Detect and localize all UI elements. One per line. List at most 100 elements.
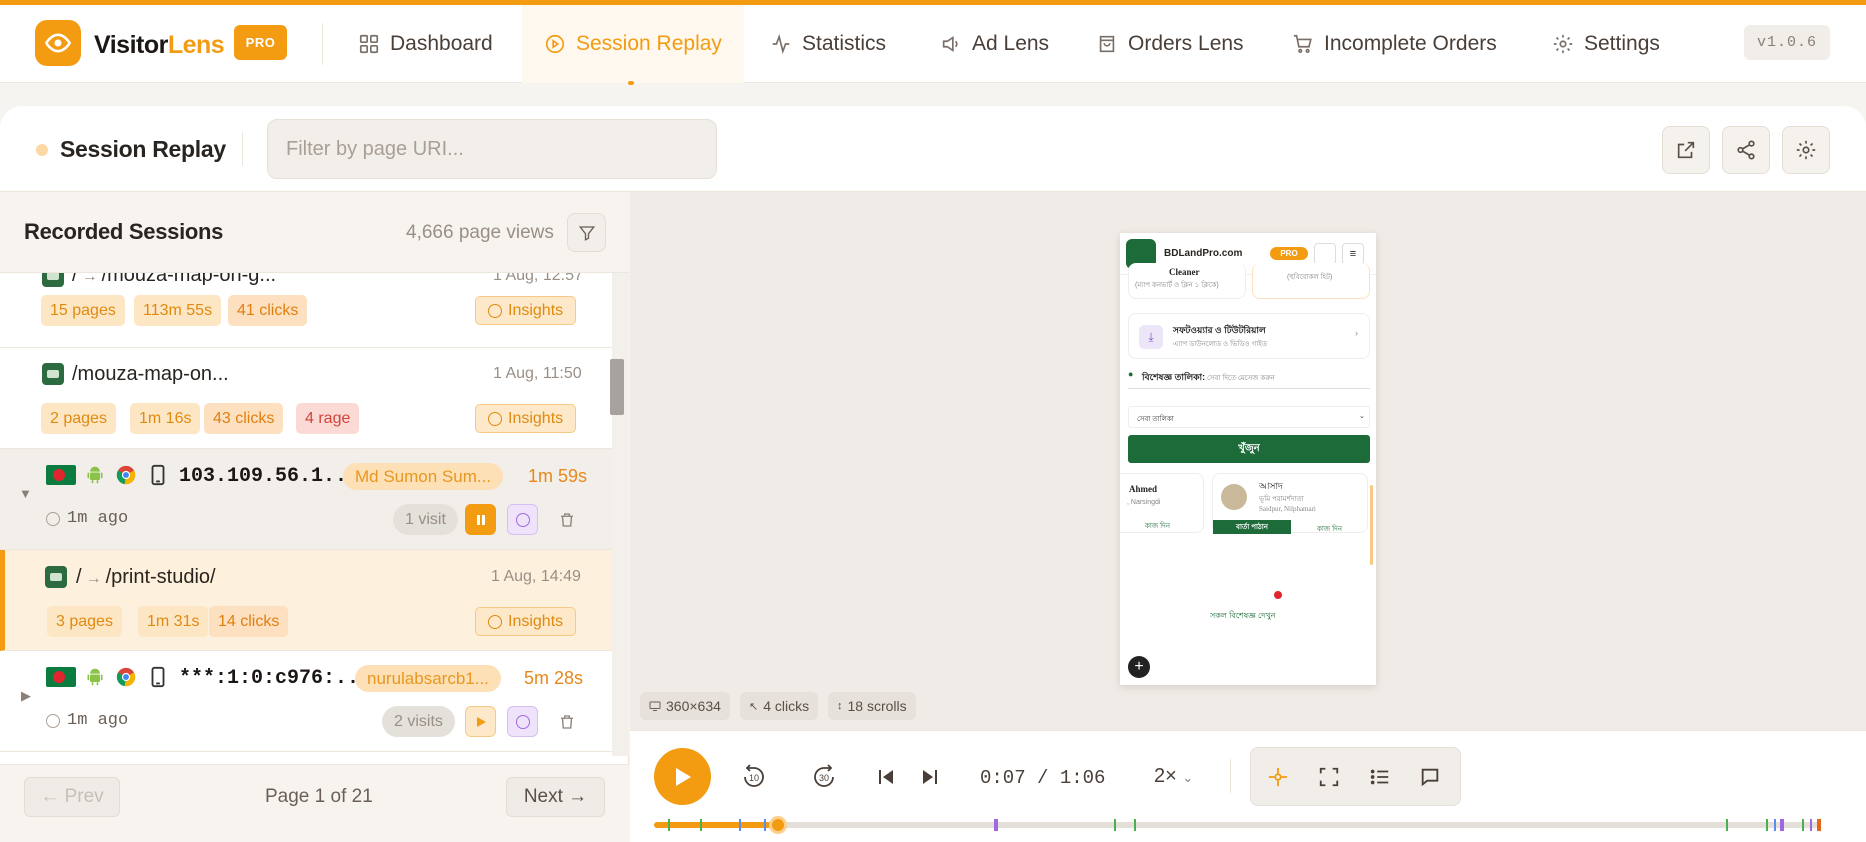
prev-page-button[interactable]: ← Prev [24,777,120,817]
page-path: / →/mouza-map-on-g... [72,273,277,286]
next-page-skip-button[interactable] [914,761,946,793]
pages-chip: 3 pages [47,606,122,637]
playback-speed-select[interactable]: 2× ⌄ [1154,765,1193,788]
share-button[interactable] [1722,126,1770,174]
session-row[interactable]: ▼ 103.109.56.1... Md Sumon Sum... 1m 59s… [0,449,612,550]
play-session-button[interactable] [465,706,496,737]
collapse-toggle-icon[interactable]: ▼ [19,486,32,501]
crosshair-toggle[interactable] [1263,762,1293,792]
timeline-scrubber[interactable] [768,816,787,834]
sessions-panel-header: Recorded Sessions 4,666 page views [0,192,629,273]
play-icon [476,716,486,727]
nav-settings-label: Settings [1584,32,1660,55]
replay-viewport[interactable]: BDLandPro.com PRO ≡ Cleaner (ম্যাপ কনভার… [1120,233,1376,685]
previous-page-button[interactable] [870,761,902,793]
insights-label: Insights [508,301,564,319]
open-external-button[interactable] [1662,126,1710,174]
page-row[interactable]: /mouza-map-on... 1 Aug, 11:50 2 pages 1m… [0,348,612,449]
funnel-icon [578,225,595,241]
next-page-button[interactable]: Next → [506,777,605,817]
preview-service-select: সেবা তালিকা ⌄ [1128,406,1370,428]
clock-icon [46,713,60,728]
event-marker [1817,819,1821,831]
user-name-chip: nurulabsarcb1... [355,665,501,692]
delete-button[interactable] [551,504,582,535]
page-title: Session Replay [60,136,226,162]
scrolls-stat: ↕ 18 scrolls [828,692,916,720]
active-nav-indicator [628,81,634,85]
insights-button[interactable]: Insights [475,296,577,325]
brand-name: VisitorLens [94,31,225,59]
insights-button[interactable]: Insights [475,607,577,636]
page-row-selected[interactable]: / →/print-studio/ 1 Aug, 14:49 3 pages 1m… [0,550,612,651]
version-badge: v1.0.6 [1744,25,1830,60]
session-insights-button[interactable] [507,504,538,535]
event-marker [1802,819,1804,831]
playback-time: 0:07 / 1:06 [980,767,1106,789]
session-row[interactable]: ▶ ***:1:0:c976:... nurulabsarcb1... 5m 2… [0,651,612,752]
nav-dashboard[interactable]: Dashboard [358,5,493,83]
clicks-chip: 41 clicks [228,295,308,326]
insights-label: Insights [508,409,564,427]
preview-add-fab: + [1128,656,1150,678]
session-age: 1m ago [46,711,128,730]
filter-uri-input[interactable] [267,119,717,179]
player-tools-group [1250,747,1461,806]
viewport-size-stat: 360×634 [640,692,730,720]
android-icon [84,666,106,688]
eye-logo-icon[interactable] [35,20,81,66]
page-row[interactable]: / →/mouza-map-on-g... 1 Aug, 12:57 15 pag… [0,273,612,348]
list-scrollbar-track[interactable] [612,273,629,756]
insights-label: Insights [508,612,564,630]
nav-statistics[interactable]: Statistics [770,5,886,83]
play-circle-icon [545,34,565,54]
preview-card-2: (হুবিবোকল হিট) [1252,263,1370,299]
timeline-track[interactable] [654,816,1821,834]
nav-orders-lens[interactable]: Orders Lens [1096,5,1244,83]
session-insights-button[interactable] [507,706,538,737]
mobile-device-icon [147,464,169,486]
session-filter-button[interactable] [567,213,606,252]
pro-badge: PRO [234,25,287,60]
rewind-icon: 10 [744,764,764,787]
svg-text:30: 30 [819,773,829,783]
nav-ad-lens[interactable]: Ad Lens [940,5,1049,83]
pause-icon [476,514,485,525]
comments-button[interactable] [1415,762,1445,792]
event-marker [1810,819,1812,831]
replay-toolbar: Session Replay [0,106,1866,192]
nav-incomplete-orders[interactable]: Incomplete Orders [1292,5,1497,83]
insights-button[interactable]: Insights [475,404,577,433]
bangladesh-flag-icon [46,465,76,485]
list-icon [1370,769,1389,785]
nav-settings[interactable]: Settings [1552,5,1660,83]
forward-30-button[interactable]: 30 [808,761,840,793]
event-marker [1774,819,1776,831]
replay-settings-button[interactable] [1782,126,1830,174]
delete-button[interactable] [551,706,582,737]
clicks-stat: ↖ 4 clicks [740,692,819,720]
monitor-icon [649,701,661,711]
sessions-list[interactable]: / →/mouza-map-on-g... 1 Aug, 12:57 15 pag… [0,273,612,756]
header-divider [322,23,323,65]
info-icon [488,614,502,629]
chat-icon [1421,768,1439,787]
nav-session-replay[interactable]: Session Replay [522,5,744,85]
gear-icon [1796,140,1816,160]
event-marker [764,819,766,831]
event-list-button[interactable] [1365,762,1395,792]
fullscreen-button[interactable] [1314,762,1344,792]
list-scrollbar-thumb[interactable] [610,359,624,415]
clicks-chip: 43 clicks [204,403,284,434]
expand-toggle-icon[interactable]: ▶ [21,688,31,704]
pause-button[interactable] [465,504,496,535]
trash-icon [560,714,573,729]
duration-chip: 1m 31s [138,606,209,637]
share-icon [1737,140,1755,160]
rage-clicks-chip: 4 rage [296,403,360,434]
skip-forward-icon [923,770,937,784]
play-button[interactable] [654,748,711,805]
preview-avatar-icon [1314,243,1336,265]
fullscreen-icon [1319,767,1339,787]
rewind-10-button[interactable]: 10 [738,761,770,793]
